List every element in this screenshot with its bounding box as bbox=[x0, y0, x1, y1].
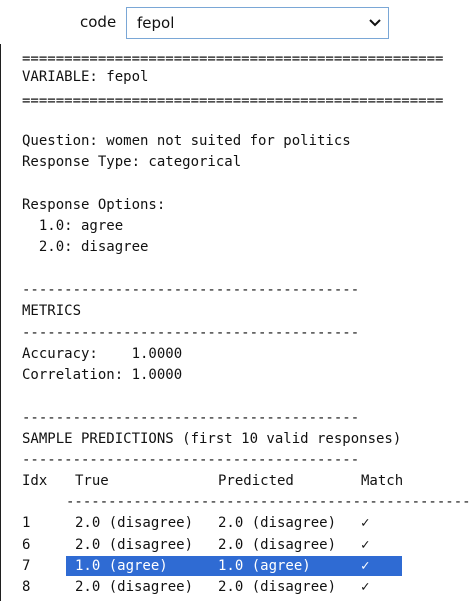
table-cell-predicted: 1.0 (agree) bbox=[218, 558, 311, 574]
code-dropdown[interactable]: fepol bbox=[126, 7, 389, 39]
check-icon: ✓ bbox=[361, 515, 370, 531]
dash-line: ---------------------------------------- bbox=[22, 325, 360, 341]
table-cell-true: 1.0 (agree) bbox=[75, 558, 168, 574]
table-cell-predicted: 2.0 (disagree) bbox=[218, 515, 337, 531]
table-cell-idx: 7 bbox=[22, 558, 31, 574]
separator-line: ========================================… bbox=[22, 93, 444, 109]
correlation-text: Correlation: 1.0000 bbox=[22, 367, 183, 383]
table-cell-idx: 8 bbox=[22, 579, 31, 595]
dash-line: ---------------------------------------- bbox=[22, 282, 360, 298]
accuracy-text: Accuracy: 1.0000 bbox=[22, 346, 183, 362]
table-cell-idx: 6 bbox=[22, 537, 31, 553]
dash-line: ---------------------------------------- bbox=[22, 452, 360, 468]
output-pane[interactable]: ========================================… bbox=[0, 44, 475, 601]
check-icon: ✓ bbox=[361, 579, 370, 595]
table-cell-predicted: 2.0 (disagree) bbox=[218, 579, 337, 595]
table-cell-predicted: 2.0 (disagree) bbox=[218, 537, 337, 553]
code-label: code bbox=[80, 13, 117, 31]
check-icon: ✓ bbox=[361, 558, 370, 574]
table-cell-true: 2.0 (disagree) bbox=[75, 537, 194, 553]
check-icon: ✓ bbox=[361, 537, 370, 553]
response-option: 2.0: disagree bbox=[22, 239, 149, 255]
code-dropdown-value: fepol bbox=[137, 14, 175, 32]
response-type-text: Response Type: categorical bbox=[22, 154, 242, 170]
question-text: Question: women not suited for politics bbox=[22, 133, 351, 149]
column-header-match: Match bbox=[361, 473, 404, 489]
sample-predictions-header: SAMPLE PREDICTIONS (first 10 valid respo… bbox=[22, 431, 402, 447]
column-header-predicted: Predicted bbox=[218, 473, 294, 489]
toolbar: code fepol bbox=[0, 0, 475, 44]
metrics-header: METRICS bbox=[22, 303, 82, 319]
column-header-idx: Idx bbox=[22, 473, 48, 489]
table-rule: ----------------------------------------… bbox=[66, 494, 471, 510]
variable-title: VARIABLE: fepol bbox=[22, 69, 149, 85]
response-option: 1.0: agree bbox=[22, 218, 124, 234]
table-cell-idx: 1 bbox=[22, 515, 31, 531]
table-cell-true: 2.0 (disagree) bbox=[75, 515, 194, 531]
table-cell-true: 2.0 (disagree) bbox=[75, 579, 194, 595]
chevron-down-icon bbox=[369, 19, 381, 27]
response-options-header: Response Options: bbox=[22, 197, 166, 213]
separator-line: ========================================… bbox=[22, 51, 444, 67]
column-header-true: True bbox=[75, 473, 109, 489]
dash-line: ---------------------------------------- bbox=[22, 410, 360, 426]
